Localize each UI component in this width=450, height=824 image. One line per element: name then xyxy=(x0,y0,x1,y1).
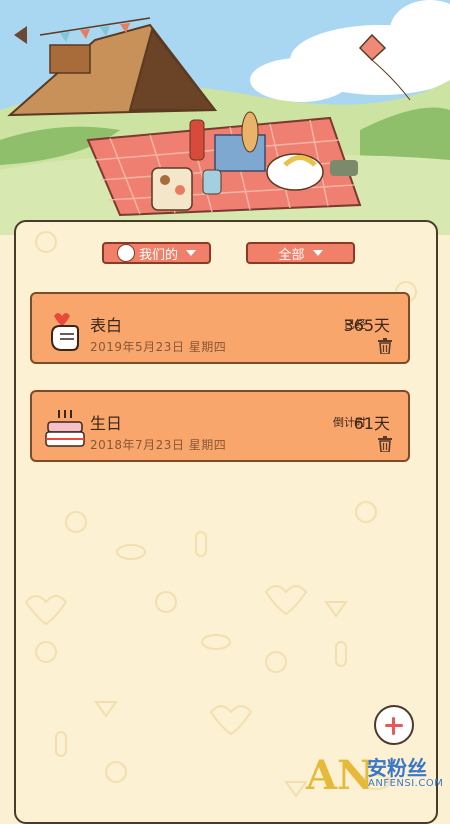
event-date: 2018年7月23日 星期四 xyxy=(90,438,227,452)
event-date: 2019年5月23日 星期四 xyxy=(90,340,227,354)
picnic-header-illustration xyxy=(0,0,450,235)
back-arrow-icon[interactable] xyxy=(14,26,27,44)
category-filter-dropdown[interactable]: 全部 xyxy=(246,242,355,264)
heart-hand-icon xyxy=(51,313,79,351)
add-event-button[interactable] xyxy=(374,705,414,745)
watermark-url: ANFENSI.COM xyxy=(368,778,444,789)
couple-filter-dropdown[interactable]: 我们的 xyxy=(102,242,211,264)
trash-icon[interactable] xyxy=(378,436,392,452)
couple-avatar-icon xyxy=(116,244,135,262)
watermark-name: 安粉丝 xyxy=(367,756,427,780)
watermark-logo: AN xyxy=(306,752,374,799)
birthday-cake-icon xyxy=(45,410,85,447)
event-days: 365天 xyxy=(343,316,390,335)
event-title: 表白 xyxy=(90,316,123,335)
event-card[interactable]: 生日 2018年7月23日 星期四 倒计时 61天 xyxy=(30,390,410,462)
trash-icon[interactable] xyxy=(378,338,392,354)
category-filter-label: 全部 xyxy=(278,247,305,263)
event-days: 61天 xyxy=(353,414,390,433)
event-title: 生日 xyxy=(90,414,123,433)
chevron-down-icon xyxy=(312,250,323,256)
event-card[interactable]: 表白 2019年5月23日 星期四 已经 365天 xyxy=(30,292,410,364)
chevron-down-icon xyxy=(186,250,196,256)
couple-filter-label: 我们的 xyxy=(138,247,178,263)
